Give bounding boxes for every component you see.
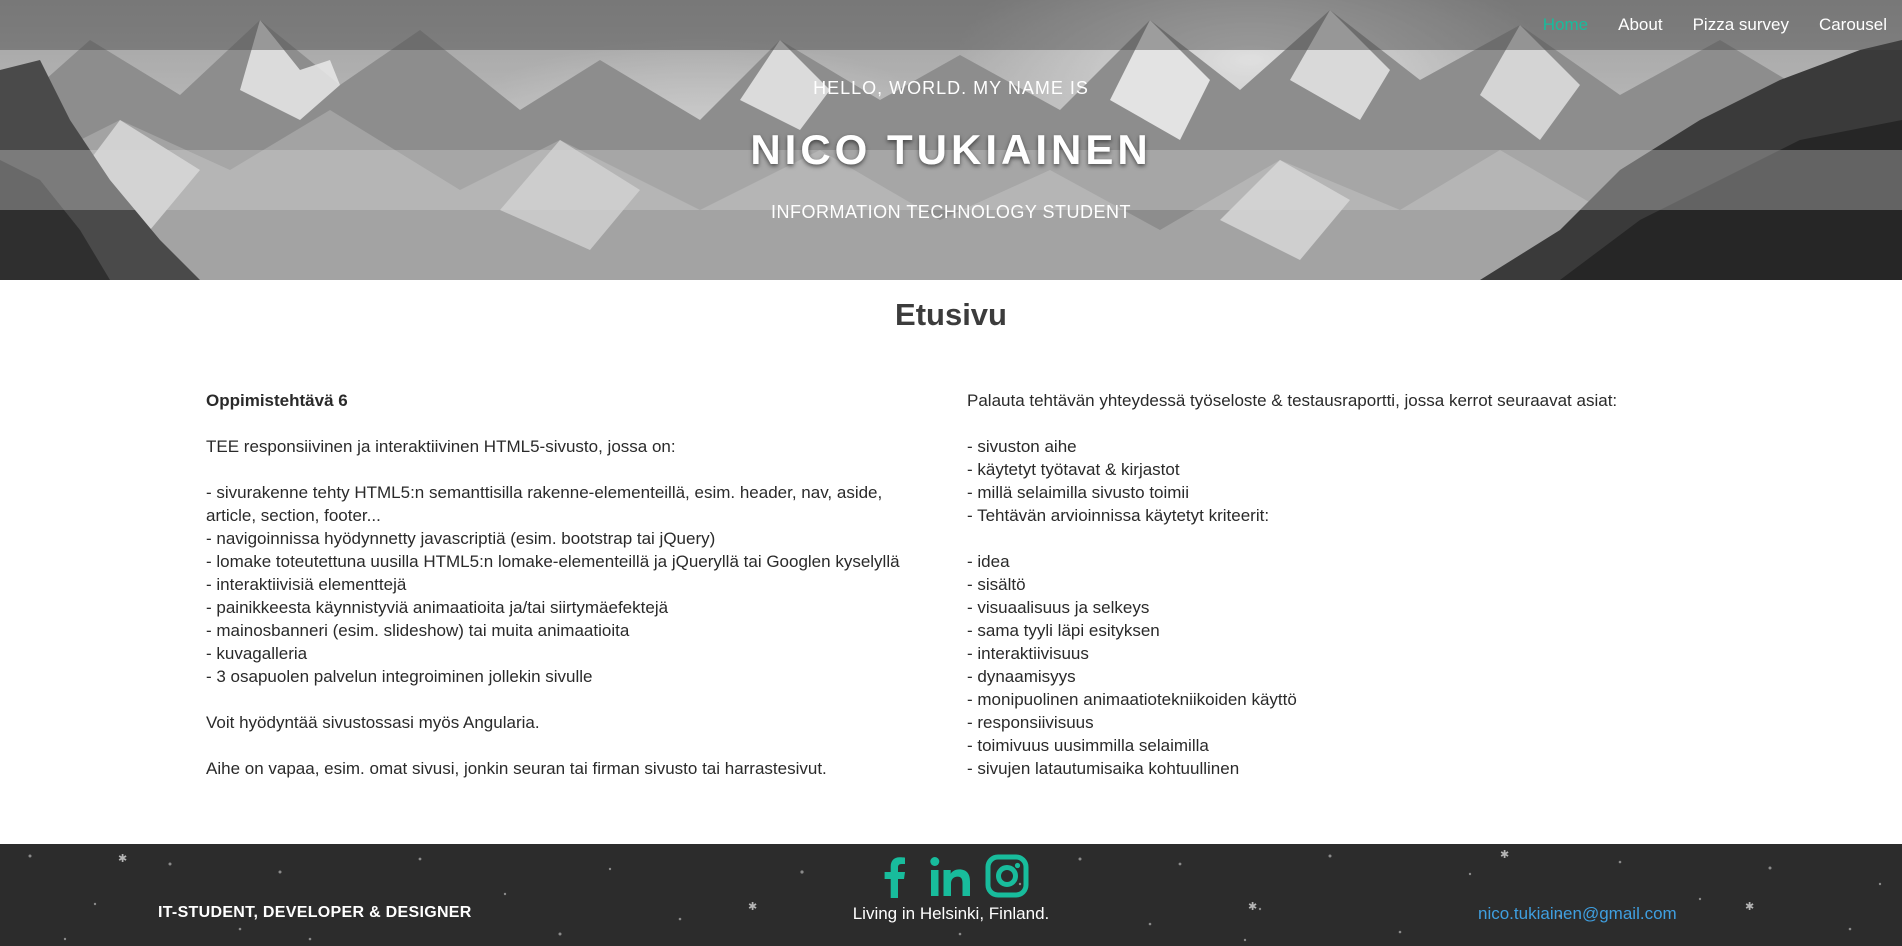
- list-item: - lomake toteutettuna uusilla HTML5:n lo…: [206, 552, 900, 571]
- assignment-description-column: Oppimistehtävä 6 TEE responsiivinen ja i…: [206, 389, 926, 803]
- list-item: - painikkeesta käynnistyviä animaatioita…: [206, 598, 669, 617]
- nav-about-link[interactable]: About: [1603, 0, 1677, 50]
- instagram-icon[interactable]: [984, 852, 1030, 900]
- list-item: - navigoinnissa hyödynnetty javascriptiä…: [206, 529, 716, 548]
- criteria-list: - idea - sisältö - visuaalisuus ja selke…: [967, 550, 1707, 780]
- svg-text:✱: ✱: [118, 852, 127, 865]
- nav-carousel-link[interactable]: Carousel: [1804, 0, 1902, 50]
- assignment-heading: Oppimistehtävä 6: [206, 391, 348, 410]
- list-item: - sama tyyli läpi esityksen: [967, 621, 1160, 640]
- list-item: - interaktiivisuus: [967, 644, 1089, 663]
- report-topics-list: - sivuston aihe - käytetyt työtavat & ki…: [967, 435, 1707, 527]
- nav-home-link[interactable]: Home: [1528, 0, 1603, 50]
- social-links: [872, 852, 1030, 900]
- linkedin-icon[interactable]: [928, 852, 974, 900]
- nav-links: Home About Pizza survey Carousel: [1528, 0, 1902, 50]
- list-item: - interaktiivisiä elementtejä: [206, 575, 407, 594]
- list-item: - sivurakenne tehty HTML5:n semanttisill…: [206, 483, 883, 525]
- hero-greeting: HELLO, WORLD. MY NAME IS: [813, 78, 1089, 98]
- list-item: - sivujen latautumisaika kohtuullinen: [967, 759, 1240, 778]
- list-item: - millä selaimilla sivusto toimii: [967, 483, 1189, 502]
- page-title: Etusivu: [895, 297, 1007, 332]
- footer-email-link[interactable]: nico.tukiainen@gmail.com: [1478, 904, 1677, 924]
- list-item: - sivuston aihe: [967, 437, 1077, 456]
- topic-note: Aihe on vapaa, esim. omat sivusi, jonkin…: [206, 759, 827, 778]
- hero-role: INFORMATION TECHNOLOGY STUDENT: [770, 202, 1132, 222]
- top-navbar: Home About Pizza survey Carousel: [0, 0, 1902, 50]
- report-instructions-column: Palauta tehtävän yhteydessä työseloste &…: [967, 389, 1707, 803]
- list-item: - kuvagalleria: [206, 644, 308, 663]
- list-item: - 3 osapuolen palvelun integroiminen jol…: [206, 667, 593, 686]
- list-item: - käytetyt työtavat & kirjastot: [967, 460, 1180, 479]
- hero-name: NICO TUKIAINEN: [750, 126, 1152, 173]
- list-item: - sisältö: [967, 575, 1026, 594]
- facebook-icon[interactable]: [872, 852, 918, 900]
- list-item: - monipuolinen animaatiotekniikoiden käy…: [967, 690, 1297, 709]
- requirements-list: - sivurakenne tehty HTML5:n semanttisill…: [206, 481, 926, 688]
- page-footer: ✱ ✱ ✱ ✱ ✱ IT-STUDENT, DEVELOPER & DESIGNER: [0, 844, 1902, 946]
- list-item: - toimivuus uusimmilla selaimilla: [967, 736, 1209, 755]
- angular-note: Voit hyödyntää sivustossasi myös Angular…: [206, 713, 540, 732]
- assignment-intro: TEE responsiivinen ja interaktiivinen HT…: [206, 437, 676, 456]
- list-item: - responsiivisuus: [967, 713, 1094, 732]
- hero-header: Home About Pizza survey Carousel HELLO, …: [0, 0, 1902, 280]
- nav-pizza-survey-link[interactable]: Pizza survey: [1678, 0, 1804, 50]
- list-item: - visuaalisuus ja selkeys: [967, 598, 1150, 617]
- list-item: - dynaamisyys: [967, 667, 1076, 686]
- svg-text:✱: ✱: [1500, 848, 1509, 861]
- list-item: - idea: [967, 552, 1010, 571]
- list-item: - Tehtävän arvioinnissa käytetyt kriteer…: [967, 506, 1270, 525]
- list-item: - mainosbanneri (esim. slideshow) tai mu…: [206, 621, 630, 640]
- report-intro: Palauta tehtävän yhteydessä työseloste &…: [967, 391, 1618, 410]
